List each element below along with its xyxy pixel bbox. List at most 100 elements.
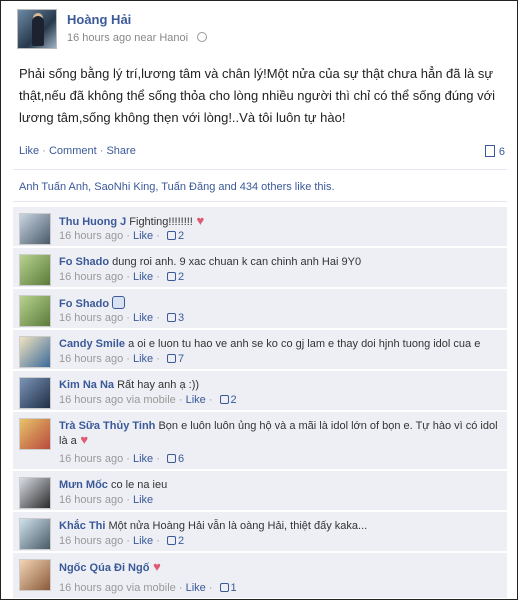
comment-item: Candy Smile a oi e luon tu hao ve anh se…: [13, 330, 507, 370]
share-button[interactable]: Share: [106, 145, 135, 157]
commenter-avatar[interactable]: [19, 477, 51, 509]
comment-timestamp[interactable]: 16 hours ago: [59, 353, 123, 365]
divider: [13, 169, 507, 170]
comment-body: Candy Smile a oi e luon tu hao ve anh se…: [59, 337, 499, 351]
commenter-name[interactable]: Thu Huong J: [59, 216, 126, 228]
facebook-post: Hoàng Hải 16 hours ago near Hanoi Phải s…: [0, 0, 518, 600]
comment-meta: 16 hours ago · Like · 2: [59, 535, 185, 547]
comment-timestamp[interactable]: 16 hours ago via mobile: [59, 394, 176, 406]
commenter-avatar[interactable]: [19, 559, 51, 591]
comment-item: Fo Shado dung roi anh. 9 xac chuan k can…: [13, 248, 507, 288]
commenter-avatar[interactable]: [19, 377, 51, 409]
comment-item: Kim Na Na Rất hay anh ạ :)) 16 hours ago …: [13, 371, 507, 411]
comment-meta: 16 hours ago · Like: [59, 494, 154, 506]
commenter-avatar[interactable]: [19, 336, 51, 368]
comment-button[interactable]: Comment: [49, 145, 97, 157]
comment-like-button[interactable]: Like: [133, 453, 153, 465]
commenter-avatar[interactable]: [19, 213, 51, 245]
comment-body: Khắc Thi Một nửa Hoàng Hải vẫn là oàng H…: [59, 519, 499, 533]
comment-item: Thu Huong J Fighting!!!!!!!! ♥ 16 hours a…: [13, 207, 507, 247]
comment-body: Thu Huong J Fighting!!!!!!!! ♥: [59, 214, 499, 229]
thumbs-up-icon: [166, 313, 176, 322]
commenter-name[interactable]: Mưn Mốc: [59, 479, 108, 491]
comment-timestamp[interactable]: 16 hours ago: [59, 312, 123, 324]
comment-like-count[interactable]: 2: [178, 271, 184, 283]
comment-text: Fighting!!!!!!!!: [126, 216, 193, 228]
comment-meta: 16 hours ago · Like · 2: [59, 271, 185, 283]
comment-text: dung roi anh. 9 xac chuan k can chinh an…: [109, 256, 362, 268]
comment-meta: 16 hours ago · Like · 3: [59, 312, 185, 324]
heart-icon: ♥: [76, 432, 89, 447]
comment-like-button[interactable]: Like: [133, 271, 153, 283]
comment-timestamp[interactable]: 16 hours ago: [59, 230, 123, 242]
thumbs-up-icon: [112, 296, 126, 309]
comment-like-count[interactable]: 3: [178, 312, 184, 324]
comment-like-button[interactable]: Like: [186, 394, 206, 406]
post-actions: Like · Comment · Share 6: [19, 145, 505, 158]
comment-body: Fo Shado: [59, 296, 499, 311]
commenter-name[interactable]: Kim Na Na: [59, 379, 114, 391]
comments-count[interactable]: 6: [484, 145, 505, 158]
divider: [13, 201, 507, 202]
comment-text: Một nửa Hoàng Hải vẫn là oàng Hải, thiệt…: [105, 520, 368, 532]
comment-item: Ngốc Qúa Đi Ngố ♥ 16 hours ago via mobile…: [13, 553, 507, 599]
comment-meta: 16 hours ago · Like · 6: [59, 453, 185, 465]
comment-like-count[interactable]: 2: [231, 394, 237, 406]
comment-timestamp[interactable]: 16 hours ago: [59, 453, 123, 465]
comment-like-button[interactable]: Like: [133, 230, 153, 242]
commenter-name[interactable]: Candy Smile: [59, 338, 125, 350]
comment-timestamp[interactable]: 16 hours ago: [59, 271, 123, 283]
like-button[interactable]: Like: [19, 145, 39, 157]
comment-meta: 16 hours ago via mobile · Like · 1: [59, 582, 237, 594]
thumbs-up-icon: [166, 231, 176, 240]
heart-icon: ♥: [149, 559, 161, 574]
author-name[interactable]: Hoàng Hải: [67, 12, 131, 27]
thumbs-up-icon: [166, 536, 176, 545]
post-timestamp[interactable]: 16 hours ago near Hanoi: [67, 32, 188, 44]
commenter-name[interactable]: Trà Sữa Thủy Tinh: [59, 420, 155, 432]
comment-like-button[interactable]: Like: [133, 312, 153, 324]
comment-timestamp[interactable]: 16 hours ago: [59, 494, 123, 506]
commenter-avatar[interactable]: [19, 418, 51, 450]
comment-text: Rất hay anh ạ :)): [114, 379, 200, 391]
thumbs-up-icon: [219, 395, 229, 404]
commenter-avatar[interactable]: [19, 518, 51, 550]
comment-text: co le na ieu: [107, 479, 168, 491]
commenter-avatar[interactable]: [19, 295, 51, 327]
commenter-name[interactable]: Ngốc Qúa Đi Ngố: [59, 562, 149, 574]
heart-icon: ♥: [192, 213, 205, 228]
comment-meta: 16 hours ago · Like · 7: [59, 353, 185, 365]
comment-item: Khắc Thi Một nửa Hoàng Hải vẫn là oàng H…: [13, 512, 507, 552]
post-header: Hoàng Hải 16 hours ago near Hanoi: [17, 9, 497, 51]
comment-like-button[interactable]: Like: [133, 535, 153, 547]
commenter-name[interactable]: Khắc Thi: [59, 520, 105, 532]
comment-like-button[interactable]: Like: [186, 582, 206, 594]
comment-item: Mưn Mốc co le na ieu 16 hours ago · Like: [13, 471, 507, 511]
likes-summary[interactable]: Anh Tuấn Anh, SaoNhi King, Tuấn Đăng and…: [19, 181, 335, 193]
comment-body: Mưn Mốc co le na ieu: [59, 478, 499, 492]
comment-like-count[interactable]: 2: [178, 230, 184, 242]
thumbs-up-icon: [166, 354, 176, 363]
comment-like-count[interactable]: 2: [178, 535, 184, 547]
thumbs-up-icon: [166, 454, 176, 463]
commenter-name[interactable]: Fo Shado: [59, 256, 109, 268]
post-text: Phải sống bằng lý trí,lương tâm và chân …: [19, 66, 496, 125]
comment-body: Fo Shado dung roi anh. 9 xac chuan k can…: [59, 255, 499, 269]
comment-body: Ngốc Qúa Đi Ngố ♥: [59, 560, 499, 575]
comment-body: Kim Na Na Rất hay anh ạ :)): [59, 378, 499, 392]
commenter-name[interactable]: Fo Shado: [59, 298, 109, 310]
comment-like-count[interactable]: 1: [231, 582, 237, 594]
comment-like-count[interactable]: 6: [178, 453, 184, 465]
comment-like-button[interactable]: Like: [133, 494, 153, 506]
thumbs-up-icon: [219, 583, 229, 592]
commenter-avatar[interactable]: [19, 254, 51, 286]
author-avatar[interactable]: [17, 9, 57, 49]
post-meta: 16 hours ago near Hanoi: [67, 32, 208, 44]
comment-like-button[interactable]: Like: [133, 353, 153, 365]
comment-like-count[interactable]: 7: [178, 353, 184, 365]
comment-body: Trà Sữa Thủy Tinh Bọn e luôn luôn ủng hộ…: [59, 419, 499, 448]
comment-meta: 16 hours ago via mobile · Like · 2: [59, 394, 237, 406]
comment-timestamp[interactable]: 16 hours ago: [59, 535, 123, 547]
thumbs-up-icon: [166, 272, 176, 281]
comment-timestamp[interactable]: 16 hours ago via mobile: [59, 582, 176, 594]
